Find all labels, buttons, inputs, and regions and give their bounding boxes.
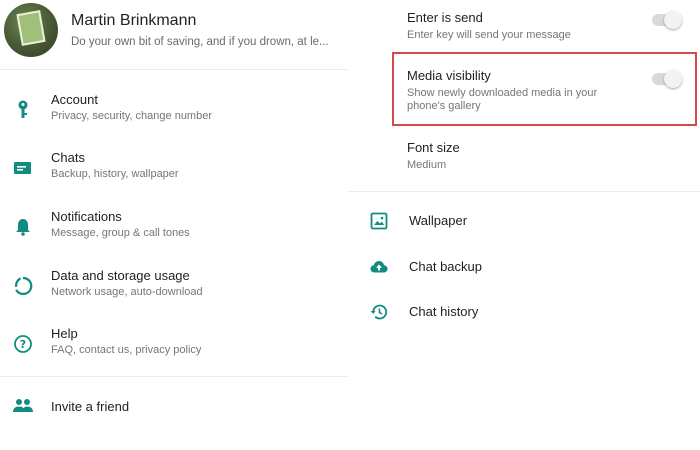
menu-item-wallpaper[interactable]: Wallpaper [348, 208, 700, 236]
setting-subtitle-line: Show newly downloaded media in your [407, 87, 598, 99]
data-usage-icon [15, 276, 33, 296]
svg-text:?: ? [20, 338, 26, 351]
divider [348, 191, 700, 192]
divider [0, 69, 348, 70]
media-visibility-toggle[interactable] [652, 70, 682, 88]
menu-item-title: Account [51, 92, 98, 107]
key-icon [18, 100, 28, 118]
setting-subtitle-line: phone's gallery [407, 100, 481, 112]
history-icon [370, 304, 388, 320]
menu-item-chat-history[interactable]: Chat history [348, 299, 700, 327]
menu-item-subtitle: FAQ, contact us, privacy policy [51, 344, 202, 356]
divider [0, 376, 348, 377]
setting-subtitle: Show newly downloaded media in your phon… [407, 87, 687, 113]
profile-name: Martin Brinkmann [71, 12, 197, 29]
menu-item-chats[interactable]: Chats Backup, history, wallpaper [0, 147, 348, 199]
menu-item-title: Help [51, 326, 78, 341]
menu-item-subtitle: Network usage, auto-download [51, 286, 203, 298]
menu-item-title: Chat history [409, 304, 479, 319]
enter-is-send-toggle[interactable] [652, 11, 682, 29]
menu-item-subtitle: Backup, history, wallpaper [51, 168, 179, 180]
cloud-upload-icon [370, 261, 388, 273]
menu-item-data-storage[interactable]: Data and storage usage Network usage, au… [0, 265, 348, 317]
chat-settings-panel: Enter is send Enter key will send your m… [348, 0, 700, 450]
menu-item-title: Notifications [51, 209, 122, 224]
setting-title: Font size [407, 140, 460, 155]
menu-item-title: Wallpaper [409, 213, 468, 228]
menu-item-notifications[interactable]: Notifications Message, group & call tone… [0, 206, 348, 258]
bell-icon [16, 219, 30, 236]
menu-item-chat-backup[interactable]: Chat backup [348, 254, 700, 282]
menu-item-title: Chat backup [409, 259, 482, 274]
setting-media-visibility[interactable]: Media visibility Show newly downloaded m… [407, 68, 687, 113]
wallpaper-icon [370, 212, 388, 230]
avatar[interactable] [4, 3, 58, 57]
menu-item-subtitle: Message, group & call tones [51, 227, 190, 239]
people-icon [13, 399, 33, 412]
chat-icon [14, 162, 31, 174]
setting-title: Media visibility [407, 68, 491, 83]
setting-subtitle: Enter key will send your message [407, 29, 571, 41]
settings-main-panel: Martin Brinkmann Do your own bit of savi… [0, 0, 348, 450]
setting-enter-is-send[interactable]: Enter is send Enter key will send your m… [407, 10, 687, 42]
profile-header[interactable]: Martin Brinkmann Do your own bit of savi… [0, 0, 348, 66]
menu-item-title: Data and storage usage [51, 268, 190, 283]
menu-item-subtitle: Privacy, security, change number [51, 110, 212, 122]
menu-item-help[interactable]: ? Help FAQ, contact us, privacy policy [0, 323, 348, 375]
menu-item-title: Chats [51, 150, 85, 165]
help-icon: ? [14, 335, 32, 353]
invite-friend-item[interactable]: Invite a friend [0, 394, 348, 420]
setting-font-size[interactable]: Font size Medium [407, 140, 687, 172]
setting-title: Enter is send [407, 10, 483, 25]
menu-item-account[interactable]: Account Privacy, security, change number [0, 89, 348, 141]
font-size-value: Medium [407, 159, 447, 171]
profile-status: Do your own bit of saving, and if you dr… [71, 36, 329, 48]
invite-friend-label: Invite a friend [51, 399, 130, 414]
